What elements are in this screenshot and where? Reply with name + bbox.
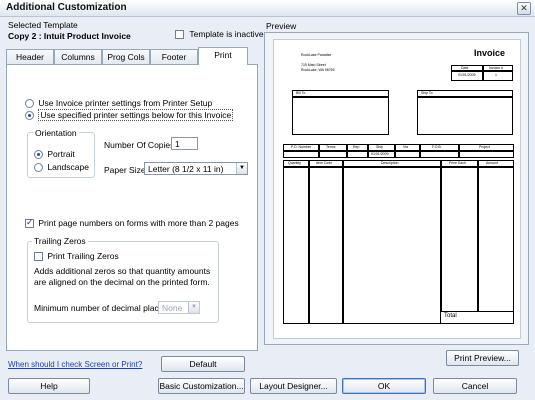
invoice-no-header: Invoice # (489, 66, 504, 70)
quantity-header: Quantity (288, 161, 302, 165)
chevron-down-icon[interactable]: ▼ (188, 302, 199, 313)
po-col-sep-5 (419, 144, 421, 158)
ship-date-value: 01/01/2009 (371, 152, 389, 156)
preview-frame: RockLake Paradise 715 Main Street RockLa… (264, 32, 529, 345)
orientation-label: Orientation (33, 128, 79, 138)
trailing-zeros-description: Adds additional zeros so that quantity a… (34, 266, 211, 287)
total-label: Total (444, 313, 457, 319)
page-numbers-label: Print page numbers on forms with more th… (38, 218, 239, 228)
items-header-divider (283, 166, 514, 168)
radio-portrait-label: Portrait (47, 149, 75, 159)
copies-label: Number Of Copies (104, 140, 175, 150)
radio-landscape[interactable]: Landscape (34, 162, 89, 173)
invoice-preview-page: RockLake Paradise 715 Main Street RockLa… (273, 39, 521, 339)
radio-specified-settings[interactable]: Use specified printer settings below for… (25, 109, 234, 121)
tab-header[interactable]: Header (6, 49, 54, 64)
radio-specified-dot[interactable] (25, 111, 34, 121)
title-bar: Additional Customization ✕ (0, 0, 535, 17)
ship-to-divider (417, 96, 513, 98)
date-header: Date (461, 66, 469, 70)
ok-button[interactable]: OK (342, 378, 426, 394)
close-button[interactable]: ✕ (517, 2, 531, 15)
tab-columns[interactable]: Columns (54, 49, 102, 64)
page-numbers-checkbox[interactable]: Print page numbers on forms with more th… (25, 217, 239, 229)
via-header: Via (403, 145, 408, 149)
tab-print[interactable]: Print (198, 47, 248, 65)
paper-size-label: Paper Size (104, 165, 146, 175)
cancel-button[interactable]: Cancel (433, 378, 517, 394)
page-numbers-box[interactable] (25, 217, 34, 229)
terms-header: Terms (326, 145, 336, 149)
radio-printer-setup[interactable]: Use Invoice printer settings from Printe… (25, 98, 213, 109)
close-icon: ✕ (520, 3, 528, 13)
radio-printer-setup-dot[interactable] (25, 99, 34, 109)
paper-size-select[interactable]: Letter (8 1/2 x 11 in) ▼ (144, 162, 248, 175)
po-col-sep-4 (394, 144, 396, 158)
company-line-2: 715 Main Street (301, 63, 326, 67)
window-title: Additional Customization (6, 2, 127, 13)
date-box-vdivider (482, 65, 484, 81)
items-col-sep-4 (477, 160, 479, 324)
date-value: 01/01/2009 (458, 73, 476, 77)
company-line-1: RockLake Paradise (301, 53, 332, 57)
template-inactive-label: Template is inactive (189, 29, 264, 39)
trailing-zeros-label: Print Trailing Zeros (47, 251, 119, 261)
invoice-no-value: 1 (495, 73, 497, 77)
default-button[interactable]: Default (161, 356, 245, 372)
po-col-sep-1 (318, 144, 320, 158)
bill-to-divider (292, 96, 389, 98)
bill-to-label: Bill To (296, 91, 306, 95)
trailing-zeros-checkbox[interactable]: Print Trailing Zeros (34, 251, 119, 262)
preview-label: Preview (266, 21, 297, 31)
selected-template-label: Selected Template (8, 20, 78, 30)
tab-prog-cols[interactable]: Prog Cols (102, 49, 150, 64)
ship-to-label: Ship To (421, 91, 433, 95)
tab-footer[interactable]: Footer (150, 49, 198, 64)
print-preview-button[interactable]: Print Preview... (446, 350, 519, 366)
print-tab-panel: Use Invoice printer settings from Printe… (6, 64, 258, 351)
radio-landscape-label: Landscape (47, 162, 89, 172)
trailing-zeros-box[interactable] (34, 252, 43, 262)
decimal-places-select[interactable]: None ▼ (158, 301, 200, 314)
company-line-3: RockLake, WA 98765 (301, 68, 335, 72)
radio-specified-label: Use specified printer settings below for… (38, 109, 234, 121)
template-inactive-checkbox[interactable]: Template is inactive (175, 29, 264, 40)
po-col-sep-3 (367, 144, 369, 158)
radio-portrait[interactable]: Portrait (34, 149, 75, 160)
radio-portrait-dot[interactable] (34, 150, 43, 160)
ship-header: Ship (376, 145, 384, 149)
radio-printer-setup-label: Use Invoice printer settings from Printe… (38, 98, 213, 108)
po-number-header: P.O. Number (291, 145, 311, 149)
rep-header: Rep (353, 145, 360, 149)
price-each-header: Price Each (449, 161, 466, 165)
amount-header: Amount (486, 161, 499, 165)
description-header: Description (381, 161, 399, 165)
trailing-zeros-group-label: Trailing Zeros (32, 236, 88, 246)
help-button[interactable]: Help (8, 378, 90, 394)
line-items-table (283, 160, 514, 324)
invoice-title: Invoice (474, 48, 506, 58)
selected-template-name: Copy 2 : Intuit Product Invoice (8, 31, 131, 41)
radio-landscape-dot[interactable] (34, 163, 43, 173)
fob-header: F.O.B. (432, 145, 442, 149)
po-col-sep-2 (346, 144, 348, 158)
items-col-sep-2 (342, 160, 344, 324)
copies-input[interactable]: 1 (171, 137, 198, 150)
po-col-sep-6 (458, 144, 460, 158)
item-code-header: Item Code (316, 161, 333, 165)
layout-designer-button[interactable]: Layout Designer... (250, 378, 337, 394)
items-col-sep-1 (308, 160, 310, 324)
items-col-sep-3 (440, 160, 442, 324)
help-link-screen-or-print[interactable]: When should I check Screen or Print? (8, 360, 142, 369)
chevron-down-icon[interactable]: ▼ (236, 163, 247, 174)
decimal-places-label: Minimum number of decimal places: (34, 303, 171, 313)
project-header: Project (479, 145, 490, 149)
basic-customization-button[interactable]: Basic Customization... (158, 378, 245, 394)
template-inactive-box[interactable] (175, 30, 184, 40)
